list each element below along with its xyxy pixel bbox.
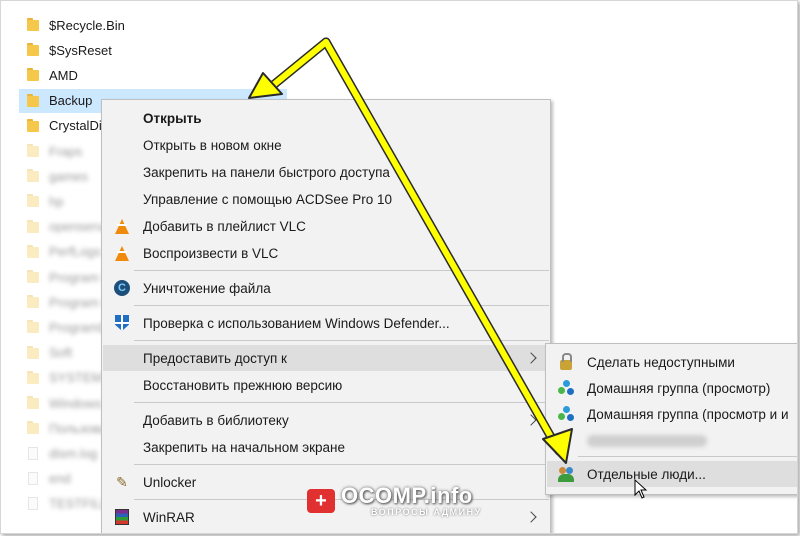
menu-item-label: Предоставить доступ к bbox=[143, 350, 287, 366]
file-icon bbox=[28, 472, 38, 486]
unlocker-wand-icon: ✎ bbox=[116, 473, 128, 490]
folder-icon bbox=[27, 194, 39, 208]
menu-item-label: Открыть bbox=[143, 110, 202, 126]
watermark-subtitle: ВОПРОСЫ АДМИНУ bbox=[371, 507, 482, 517]
menu-item-vlc-play[interactable]: Воспроизвести в VLC bbox=[103, 240, 549, 266]
folder-icon bbox=[27, 93, 39, 108]
menu-item-defender-scan[interactable]: Проверка с использованием Windows Defend… bbox=[103, 310, 549, 336]
file-name: end bbox=[49, 471, 71, 487]
file-name: Backup bbox=[49, 93, 93, 109]
menu-item-open-new-window[interactable]: Открыть в новом окне bbox=[103, 132, 549, 158]
menu-item-destroy-file[interactable]: C Уничтожение файла bbox=[103, 275, 549, 301]
watermark-title: OCOMP.info bbox=[341, 483, 473, 508]
file-name: CrystalDi bbox=[49, 118, 102, 134]
folder-icon bbox=[27, 244, 39, 259]
menu-item-label: Unlocker bbox=[143, 474, 197, 490]
folder-icon bbox=[27, 295, 39, 309]
folder-icon bbox=[27, 18, 39, 32]
watermark-badge: + bbox=[307, 489, 335, 513]
menu-item-label: Восстановить прежнюю версию bbox=[143, 377, 343, 393]
submenu-item-specific-people[interactable]: Отдельные люди... bbox=[547, 461, 797, 487]
file-name: $SysReset bbox=[49, 42, 112, 58]
menu-item-label: Добавить в библиотеку bbox=[143, 412, 289, 428]
homegroup-icon bbox=[557, 405, 575, 423]
menu-separator bbox=[134, 270, 549, 271]
file-icon bbox=[28, 497, 38, 511]
folder-icon bbox=[27, 43, 39, 57]
folder-item[interactable]: $SysReset bbox=[19, 38, 287, 62]
menu-item-vlc-add-playlist[interactable]: Добавить в плейлист VLC bbox=[103, 213, 549, 239]
menu-item-label: Закрепить на панели быстрого доступа bbox=[143, 164, 390, 180]
folder-item[interactable]: $Recycle.Bin bbox=[19, 13, 287, 37]
menu-separator bbox=[134, 402, 549, 403]
submenu-item-homegroup-view[interactable]: Домашняя группа (просмотр) bbox=[547, 375, 797, 401]
menu-item-label: Проверка с использованием Windows Defend… bbox=[143, 315, 450, 331]
folder-icon bbox=[27, 118, 39, 133]
people-icon bbox=[557, 465, 575, 483]
file-name: dism.log bbox=[49, 445, 98, 461]
site-watermark: + OCOMP.info ВОПРОСЫ АДМИНУ bbox=[307, 485, 482, 517]
menu-separator bbox=[134, 464, 549, 465]
menu-item-add-library[interactable]: Добавить в библиотеку bbox=[103, 407, 549, 433]
folder-icon bbox=[27, 68, 39, 82]
folder-icon bbox=[27, 421, 39, 435]
folder-icon bbox=[27, 396, 39, 410]
menu-item-label: Воспроизвести в VLC bbox=[143, 245, 279, 261]
menu-item-label: WinRAR bbox=[143, 509, 195, 525]
lock-icon bbox=[557, 353, 575, 371]
redacted-user-label bbox=[587, 435, 707, 447]
menu-item-manage-acdsee[interactable]: Управление с помощью ACDSee Pro 10 bbox=[103, 186, 549, 212]
folder-icon bbox=[27, 169, 39, 183]
submenu-item-label: Домашняя группа (просмотр) bbox=[587, 380, 771, 396]
submenu-item-redacted-user[interactable] bbox=[547, 428, 797, 454]
folder-icon bbox=[27, 345, 39, 360]
folder-icon bbox=[27, 144, 39, 158]
vlc-cone-icon bbox=[113, 217, 131, 235]
chevron-right-icon bbox=[525, 352, 537, 364]
menu-item-give-access[interactable]: Предоставить доступ к bbox=[103, 345, 549, 371]
submenu-item-label: Сделать недоступными bbox=[587, 354, 735, 370]
file-name: hp bbox=[49, 193, 64, 209]
menu-separator bbox=[134, 340, 549, 341]
screenshot-frame: $Recycle.Bin $SysReset AMD Backup CrystalDi F… bbox=[0, 0, 798, 534]
menu-item-pin-start[interactable]: Закрепить на начальном экране bbox=[103, 434, 549, 460]
chevron-right-icon bbox=[525, 511, 537, 523]
menu-item-label: Закрепить на начальном экране bbox=[143, 439, 346, 455]
vlc-cone-icon bbox=[113, 244, 131, 262]
submenu-item-homegroup-view-edit[interactable]: Домашняя группа (просмотр и и bbox=[547, 401, 797, 427]
file-name: Windows bbox=[49, 395, 102, 411]
context-menu: Открыть Открыть в новом окне Закрепить н… bbox=[101, 99, 551, 533]
menu-item-restore-version[interactable]: Восстановить прежнюю версию bbox=[103, 372, 549, 398]
menu-item-label: Управление с помощью ACDSee Pro 10 bbox=[143, 191, 392, 207]
menu-item-label: Уничтожение файла bbox=[143, 280, 271, 296]
file-name: PerfLogs bbox=[49, 244, 102, 260]
file-name: $Recycle.Bin bbox=[49, 17, 125, 33]
share-submenu: Сделать недоступными Домашняя группа (пр… bbox=[545, 343, 797, 495]
menu-item-label: Открыть в новом окне bbox=[143, 137, 282, 153]
menu-item-pin-quick-access[interactable]: Закрепить на панели быстрого доступа bbox=[103, 159, 549, 185]
submenu-item-make-private[interactable]: Сделать недоступными bbox=[547, 349, 797, 375]
folder-item[interactable]: AMD bbox=[19, 63, 287, 87]
folder-icon bbox=[27, 370, 39, 385]
menu-item-open[interactable]: Открыть bbox=[103, 105, 549, 131]
file-name: games bbox=[49, 168, 89, 184]
folder-icon bbox=[27, 219, 39, 234]
file-name: Fraps bbox=[49, 143, 83, 159]
windows-defender-shield-icon bbox=[113, 314, 131, 332]
submenu-item-label: Домашняя группа (просмотр и и bbox=[587, 406, 789, 422]
winrar-books-icon bbox=[113, 508, 131, 526]
homegroup-icon bbox=[557, 379, 575, 397]
folder-icon bbox=[27, 270, 39, 284]
chevron-right-icon bbox=[525, 414, 537, 426]
file-name: AMD bbox=[49, 67, 78, 83]
file-icon bbox=[28, 446, 38, 460]
menu-separator bbox=[134, 305, 549, 306]
file-name: Soft bbox=[49, 345, 73, 361]
menu-separator bbox=[578, 456, 797, 457]
menu-item-label: Добавить в плейлист VLC bbox=[143, 218, 306, 234]
folder-icon bbox=[27, 320, 39, 334]
file-shredder-icon: C bbox=[113, 279, 131, 297]
